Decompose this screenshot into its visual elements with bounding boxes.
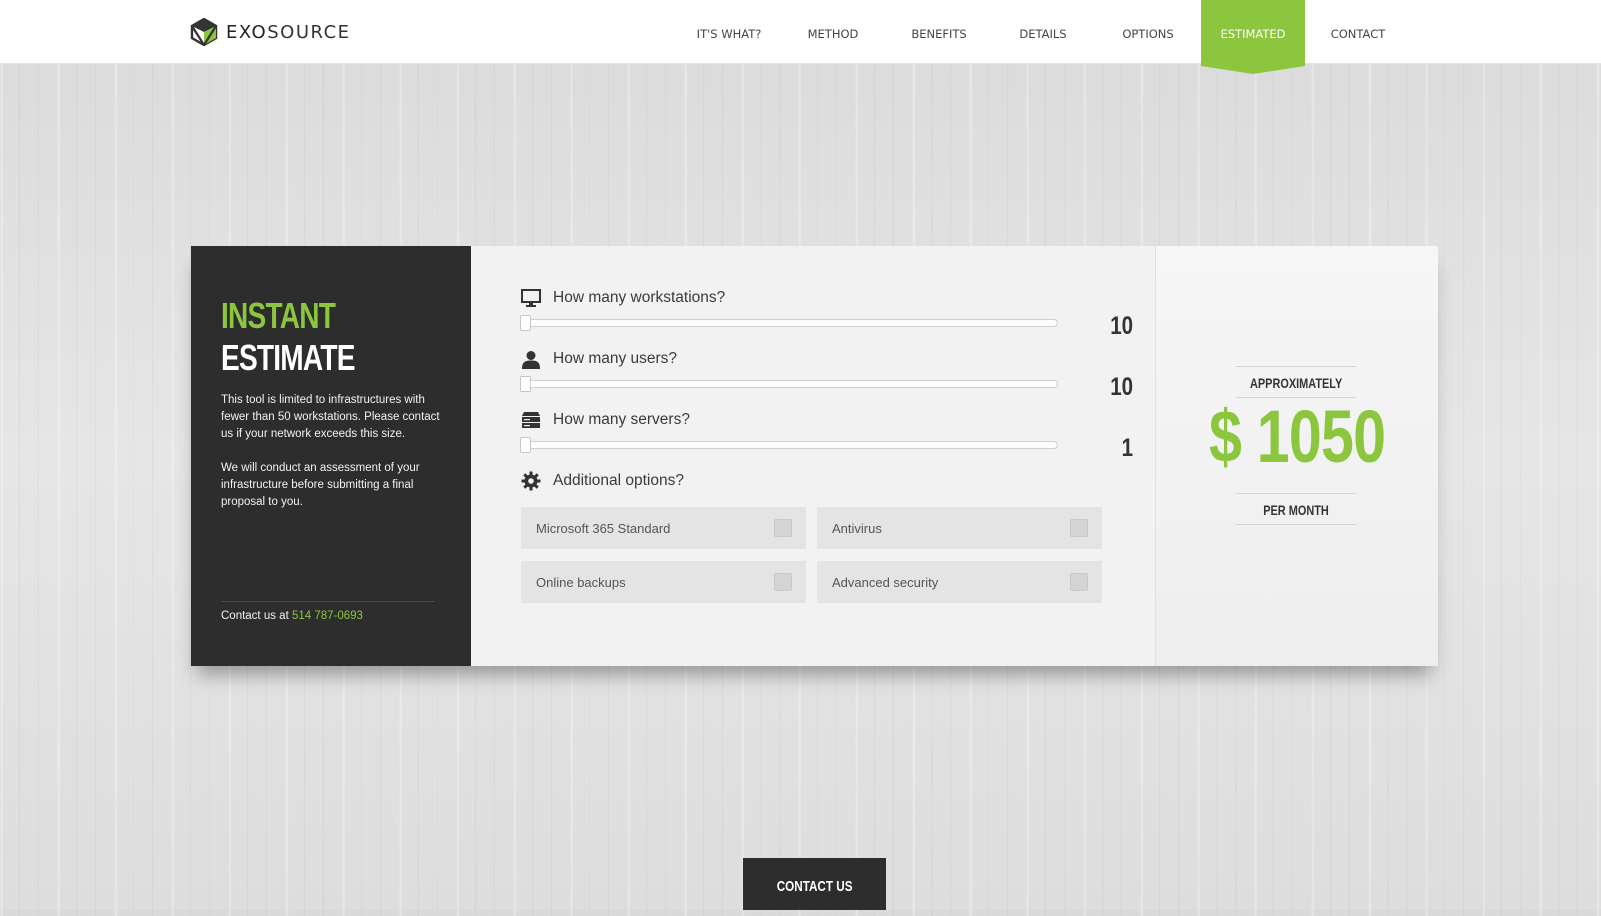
currency-symbol: $ (1208, 395, 1242, 478)
slider-handle[interactable] (520, 376, 531, 392)
price-value: 1050 (1256, 395, 1386, 478)
contact-line: Contact us at 514 787-0693 (221, 610, 363, 622)
title-instant: INSTANT (221, 295, 336, 336)
option-label: Online backups (536, 574, 626, 590)
servers-value: 1 (1121, 434, 1133, 462)
estimate-description: This tool is limited to infrastructures … (221, 392, 441, 528)
nav-item-details[interactable]: DETAILS (1002, 0, 1084, 63)
option-label: Microsoft 365 Standard (536, 520, 671, 536)
description-paragraph-1: This tool is limited to infrastructures … (221, 394, 440, 440)
question-label: How many servers? (553, 411, 690, 428)
option-microsoft-365[interactable]: Microsoft 365 Standard (521, 507, 806, 549)
divider (221, 601, 435, 602)
question-servers: How many servers? (521, 408, 690, 432)
option-checkbox[interactable] (774, 573, 792, 591)
question-label: How many users? (553, 350, 678, 367)
price-amount: $ 1050 (1156, 394, 1438, 479)
option-label: Advanced security (832, 574, 939, 590)
nav-item-its-what[interactable]: IT'S WHAT? (683, 0, 775, 63)
workstations-value: 10 (1110, 312, 1133, 340)
contact-prefix: Contact us at (221, 610, 289, 622)
workstations-slider[interactable] (520, 315, 1058, 331)
contact-us-button[interactable]: CONTACT US (743, 858, 886, 910)
monitor-icon (521, 288, 541, 308)
estimate-result: APPROXIMATELY $ 1050 PER MONTH (1155, 246, 1438, 666)
option-checkbox[interactable] (1070, 573, 1088, 591)
nav-item-options[interactable]: OPTIONS (1106, 0, 1190, 63)
option-checkbox[interactable] (774, 519, 792, 537)
question-label: How many workstations? (553, 289, 726, 306)
question-label: Additional options? (553, 472, 684, 489)
server-icon (521, 410, 541, 430)
per-month-label: PER MONTH (1236, 493, 1356, 525)
option-advanced-security[interactable]: Advanced security (817, 561, 1102, 603)
estimate-card: INSTANT ESTIMATE This tool is limited to… (191, 246, 1438, 666)
users-value: 10 (1110, 373, 1133, 401)
gear-icon (521, 471, 541, 491)
nav-item-benefits[interactable]: BENEFITS (895, 0, 983, 63)
option-label: Antivirus (832, 520, 882, 536)
phone-link[interactable]: 514 787-0693 (292, 610, 363, 622)
nav-item-method[interactable]: METHOD (792, 0, 874, 63)
estimate-info-panel: INSTANT ESTIMATE This tool is limited to… (191, 246, 471, 666)
question-options: Additional options? (521, 469, 684, 493)
logo-text: EXOSOURCE (226, 21, 351, 43)
servers-slider[interactable] (520, 437, 1058, 453)
question-workstations: How many workstations? (521, 286, 725, 310)
logo[interactable]: EXOSOURCE (190, 17, 351, 47)
estimate-form: How many workstations? 10 How many users… (471, 246, 1155, 666)
description-paragraph-2: We will conduct an assessment of your in… (221, 462, 420, 508)
option-antivirus[interactable]: Antivirus (817, 507, 1102, 549)
question-users: How many users? (521, 347, 677, 371)
nav-item-contact[interactable]: CONTACT (1318, 0, 1398, 63)
option-online-backups[interactable]: Online backups (521, 561, 806, 603)
nav-item-estimated[interactable]: ESTIMATED (1201, 0, 1305, 74)
slider-handle[interactable] (520, 437, 531, 453)
title-estimate: ESTIMATE (221, 337, 355, 378)
user-icon (521, 349, 541, 369)
slider-handle[interactable] (520, 315, 531, 331)
logo-cube-icon (190, 18, 218, 46)
site-header: EXOSOURCE IT'S WHAT? METHOD BENEFITS DET… (0, 0, 1601, 74)
option-checkbox[interactable] (1070, 519, 1088, 537)
users-slider[interactable] (520, 376, 1058, 392)
